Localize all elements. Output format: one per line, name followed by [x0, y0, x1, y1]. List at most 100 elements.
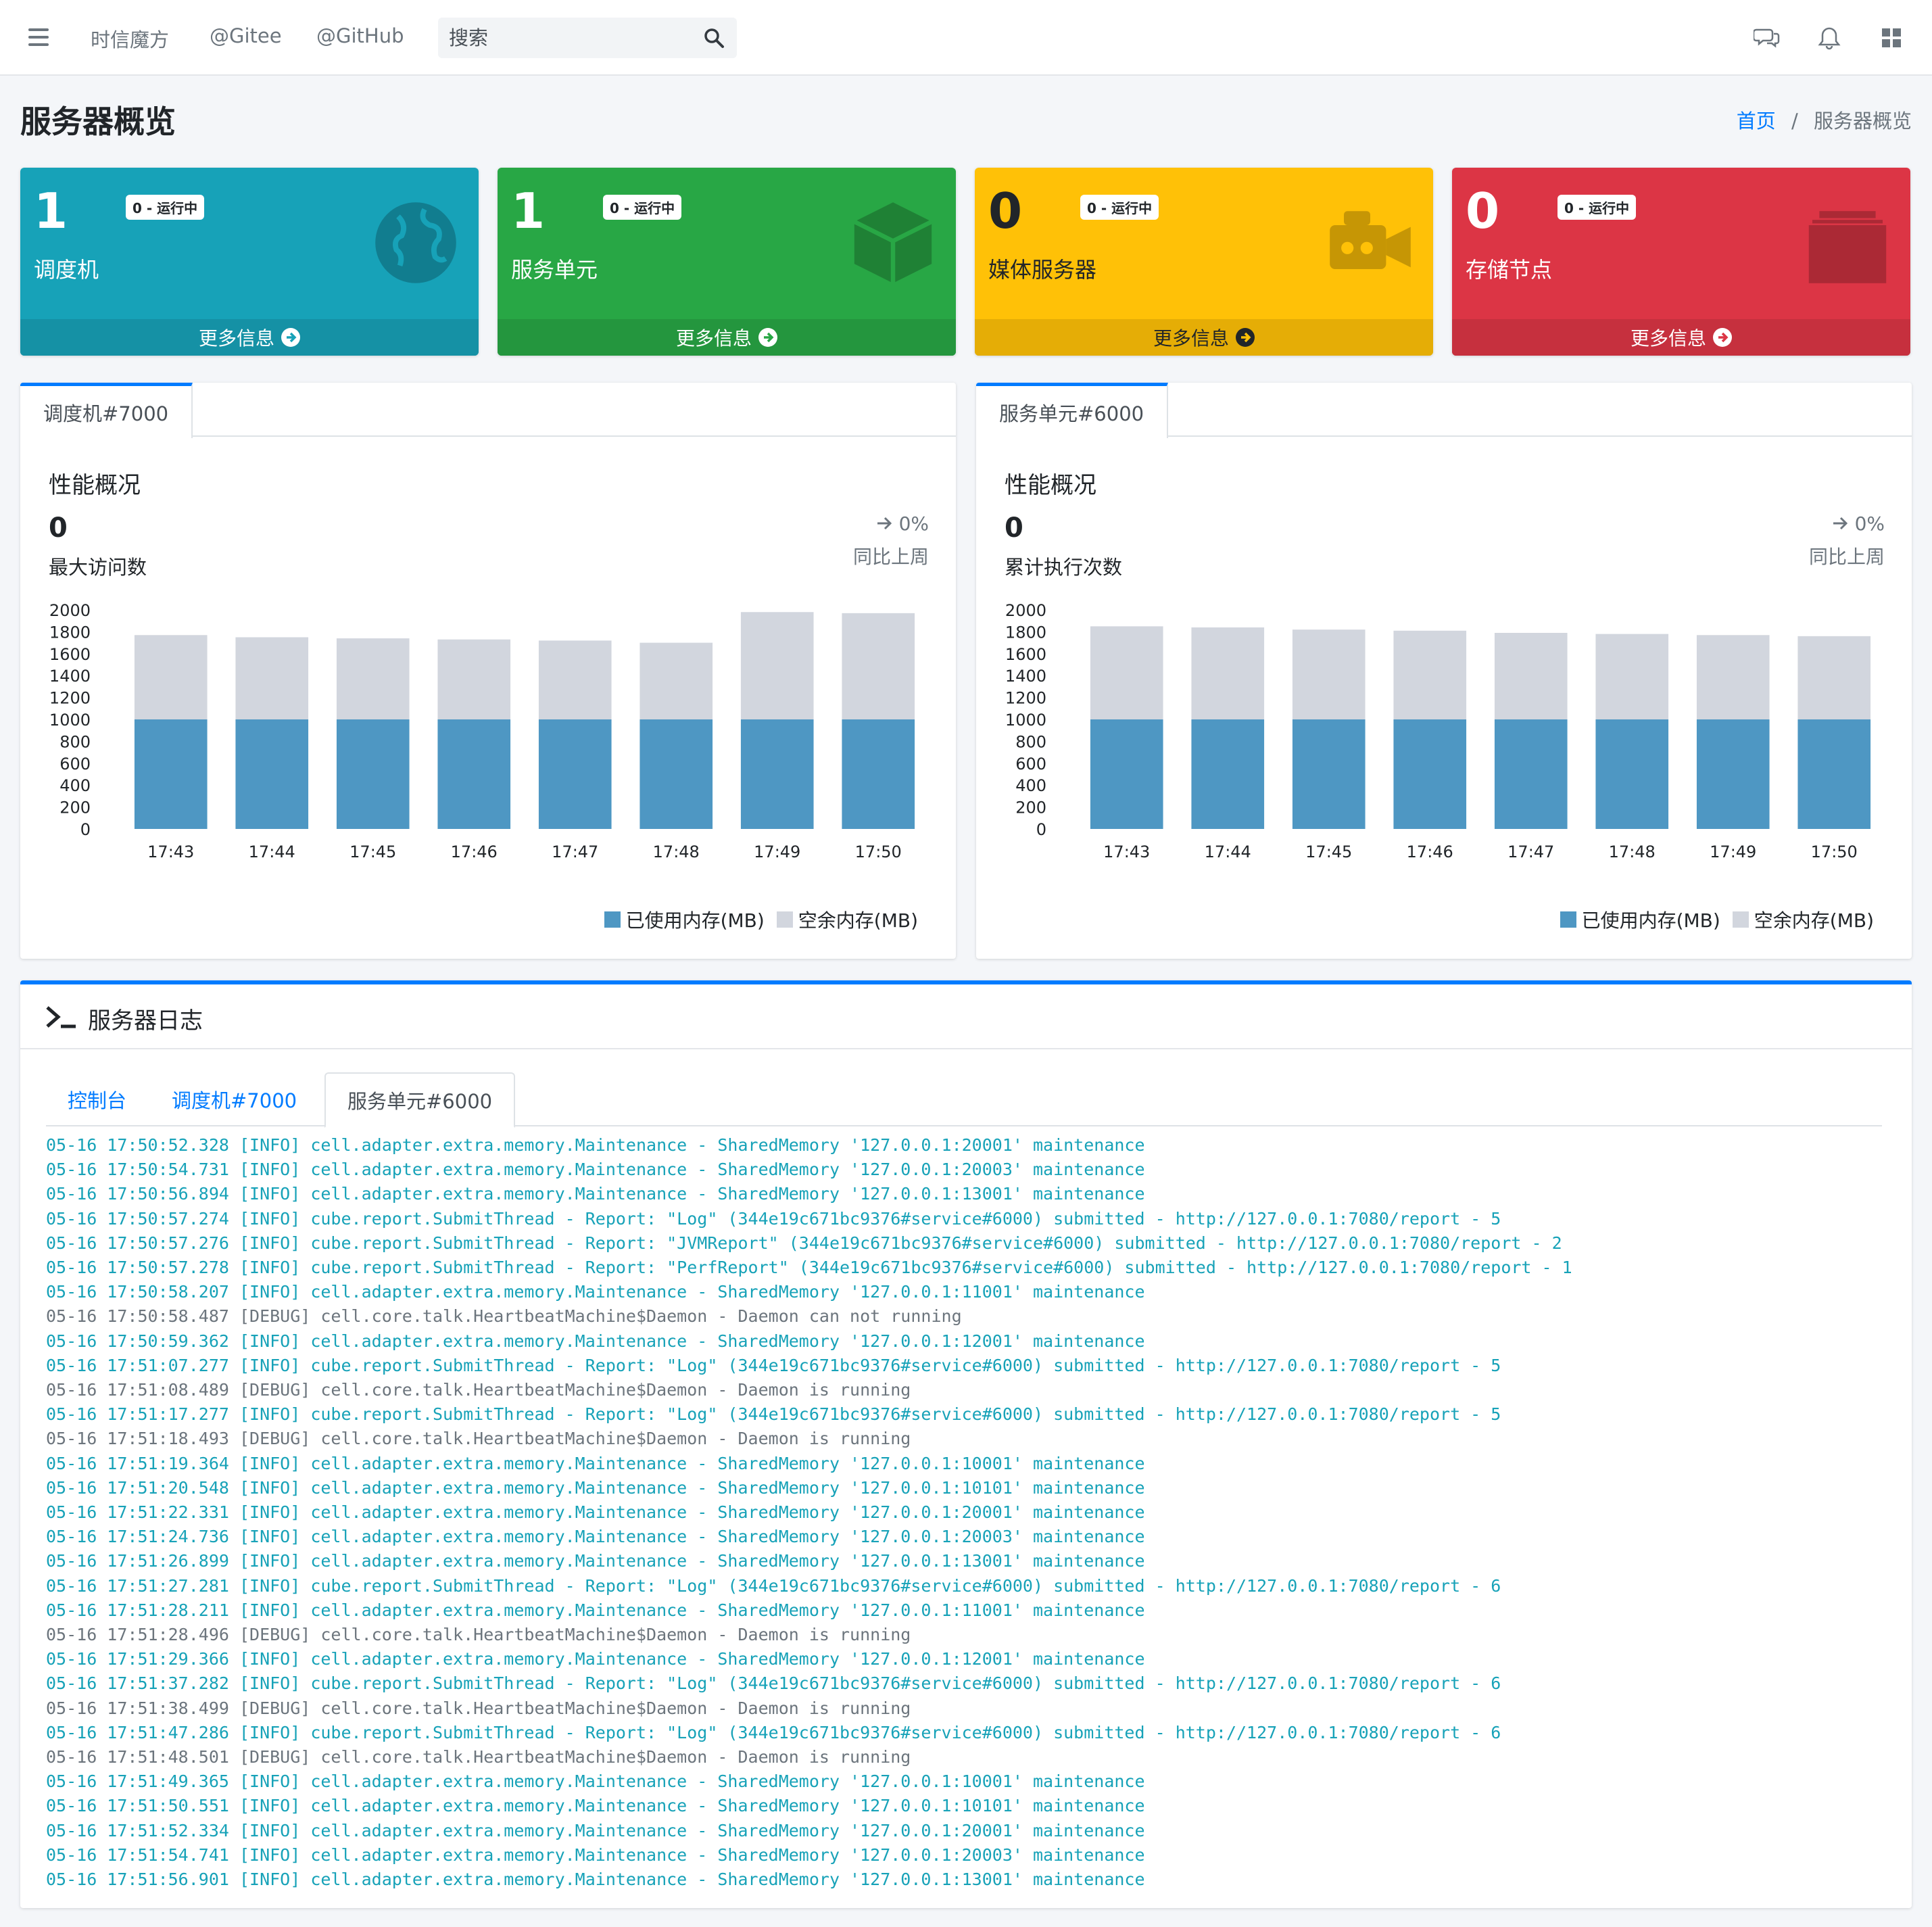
legend-label-free: 空余内存(MB): [798, 909, 918, 932]
arrow-circle-right-icon: [758, 328, 777, 347]
stat-box-scheduler: 1 0 - 运行中 调度机 更多信息: [20, 168, 479, 356]
bar-used-memory: [639, 719, 713, 829]
apps-grid-icon[interactable]: [1878, 24, 1905, 51]
more-info-link[interactable]: 更多信息: [1452, 319, 1910, 356]
y-tick-label: 200: [1015, 799, 1046, 817]
nav-link-gitee[interactable]: @Gitee: [210, 24, 282, 47]
terminal-icon: [46, 1006, 76, 1028]
stat-label: 调度机: [34, 257, 99, 283]
menu-icon[interactable]: [28, 28, 49, 46]
nav-link-home[interactable]: 时信魔方: [91, 24, 169, 53]
x-tick-label: 17:47: [1507, 842, 1554, 861]
y-tick-label: 1600: [1005, 645, 1046, 664]
x-tick-label: 17:50: [1811, 842, 1858, 861]
more-info-label: 更多信息: [1153, 327, 1229, 350]
stat-count: 0: [1466, 183, 1500, 239]
log-line: 05-16 17:50:52.328 [INFO] cell.adapter.e…: [46, 1135, 1145, 1155]
bar-free-memory: [1595, 634, 1669, 719]
log-line: 05-16 17:51:28.496 [DEBUG] cell.core.tal…: [46, 1625, 911, 1645]
search-icon[interactable]: [703, 27, 725, 49]
more-info-label: 更多信息: [1630, 327, 1706, 350]
log-line: 05-16 17:51:50.551 [INFO] cell.adapter.e…: [46, 1796, 1145, 1816]
more-info-link[interactable]: 更多信息: [975, 319, 1433, 356]
log-line: 05-16 17:51:07.277 [INFO] cube.report.Su…: [46, 1355, 1501, 1375]
bar-free-memory: [235, 637, 309, 719]
y-tick-label: 0: [1036, 820, 1046, 839]
server-log-card: 服务器日志 控制台 调度机#7000 服务单元#6000 05-16 17:50…: [20, 980, 1912, 1908]
log-line: 05-16 17:51:18.493 [DEBUG] cell.core.tal…: [46, 1429, 911, 1449]
chat-icon[interactable]: [1754, 24, 1781, 51]
log-line: 05-16 17:51:20.548 [INFO] cell.adapter.e…: [46, 1477, 1145, 1498]
log-line: 05-16 17:50:54.731 [INFO] cell.adapter.e…: [46, 1160, 1145, 1180]
tab-scheduler-7000[interactable]: 调度机#7000: [150, 1072, 318, 1126]
bar-free-memory: [1797, 636, 1871, 719]
x-tick-label: 17:44: [249, 842, 295, 861]
archive-icon: [1808, 211, 1887, 283]
legend-swatch-used: [1560, 911, 1576, 928]
y-tick-label: 2000: [1005, 601, 1046, 620]
bar-free-memory: [1292, 629, 1366, 719]
x-tick-label: 17:46: [451, 842, 498, 861]
search-input[interactable]: [438, 26, 681, 49]
log-line: 05-16 17:51:54.741 [INFO] cell.adapter.e…: [46, 1845, 1145, 1865]
status-badge: 0 - 运行中: [1557, 195, 1637, 220]
x-tick-label: 17:44: [1205, 842, 1251, 861]
breadcrumb-home-link[interactable]: 首页: [1737, 110, 1776, 133]
log-line: 05-16 17:50:57.278 [INFO] cube.report.Su…: [46, 1258, 1572, 1278]
bar-used-memory: [134, 719, 208, 829]
stat-label: 媒体服务器: [988, 257, 1097, 283]
log-line: 05-16 17:50:59.362 [INFO] cell.adapter.e…: [46, 1331, 1145, 1351]
y-tick-label: 1400: [49, 667, 91, 686]
bell-icon[interactable]: [1816, 24, 1843, 51]
bar-free-memory: [336, 638, 410, 719]
log-header: 服务器日志: [20, 984, 1912, 1049]
stat-label: 存储节点: [1466, 257, 1553, 283]
y-tick-label: 400: [1015, 776, 1046, 795]
tab-service-unit-6000[interactable]: 服务单元#6000: [324, 1072, 516, 1128]
y-tick-label: 1000: [1005, 711, 1046, 730]
top-navbar: 时信魔方 @Gitee @GitHub: [0, 0, 1932, 76]
bar-free-memory: [134, 635, 208, 719]
log-line: 05-16 17:50:56.894 [INFO] cell.adapter.e…: [46, 1184, 1145, 1204]
page-title: 服务器概览: [20, 103, 176, 140]
bar-used-memory: [740, 719, 814, 829]
more-info-label: 更多信息: [198, 327, 274, 350]
log-line: 05-16 17:51:38.499 [DEBUG] cell.core.tal…: [46, 1698, 911, 1718]
log-line: 05-16 17:51:52.334 [INFO] cell.adapter.e…: [46, 1820, 1145, 1840]
arrow-circle-right-icon: [1236, 328, 1255, 347]
nav-link-github[interactable]: @GitHub: [316, 24, 404, 47]
log-line: 05-16 17:51:17.277 [INFO] cube.report.Su…: [46, 1404, 1501, 1425]
bar-used-memory: [1494, 719, 1568, 829]
bar-free-memory: [437, 639, 511, 719]
y-tick-label: 1600: [49, 645, 91, 664]
y-tick-label: 2000: [49, 601, 91, 620]
log-line: 05-16 17:51:22.331 [INFO] cell.adapter.e…: [46, 1502, 1145, 1523]
y-tick-label: 1200: [1005, 689, 1046, 708]
more-info-link[interactable]: 更多信息: [20, 319, 479, 356]
bar-used-memory: [538, 719, 612, 829]
arrow-circle-right-icon: [1713, 328, 1732, 347]
stat-count: 0: [988, 183, 1023, 239]
chart-legend: 已使用内存(MB) 空余内存(MB): [592, 906, 918, 933]
log-line: 05-16 17:51:19.364 [INFO] cell.adapter.e…: [46, 1453, 1145, 1473]
search-box: [438, 18, 737, 58]
bar-used-memory: [842, 719, 915, 829]
cube-icon: [853, 202, 933, 283]
tab-console[interactable]: 控制台: [46, 1072, 148, 1126]
bar-used-memory: [1696, 719, 1770, 829]
arrow-circle-right-icon: [281, 328, 300, 347]
x-tick-label: 17:45: [1305, 842, 1352, 861]
x-tick-label: 17:49: [754, 842, 800, 861]
stat-box-media-server: 0 0 - 运行中 媒体服务器 更多信息: [975, 168, 1433, 356]
legend-swatch-used: [604, 911, 621, 928]
status-badge: 0 - 运行中: [603, 195, 682, 220]
legend-label-used: 已使用内存(MB): [1581, 909, 1720, 932]
stat-count: 1: [511, 183, 546, 239]
legend-label-used: 已使用内存(MB): [625, 909, 765, 932]
bar-used-memory: [1797, 719, 1871, 829]
x-tick-label: 17:47: [552, 842, 598, 861]
y-tick-label: 1800: [49, 623, 91, 642]
more-info-link[interactable]: 更多信息: [498, 319, 956, 356]
bar-used-memory: [437, 719, 511, 829]
x-tick-label: 17:48: [653, 842, 700, 861]
